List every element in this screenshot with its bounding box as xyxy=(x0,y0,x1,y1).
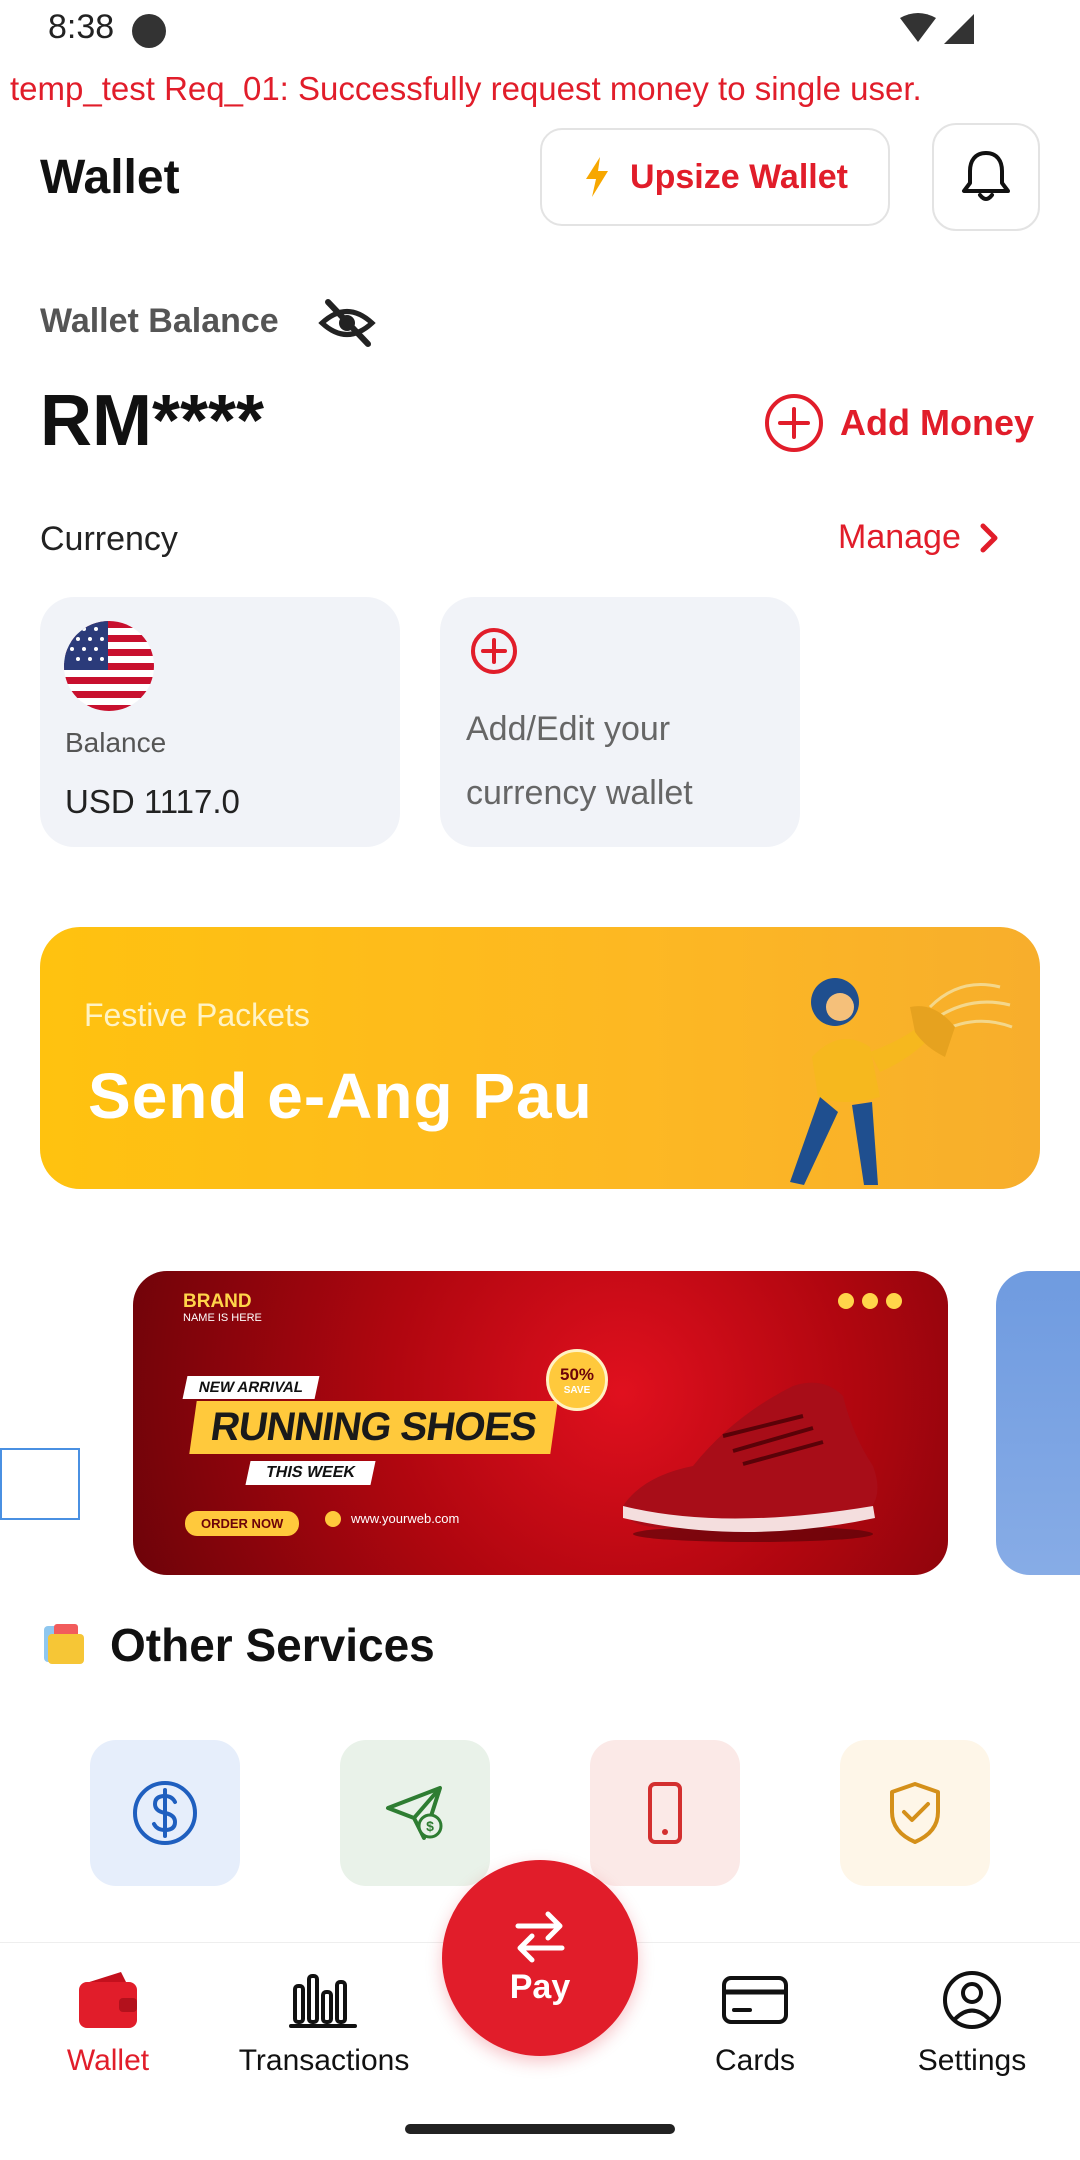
promo-url: www.yourweb.com xyxy=(351,1511,460,1526)
notification-dot-icon xyxy=(132,14,166,48)
promo-brand: BRAND xyxy=(183,1291,252,1312)
discount-badge-save: SAVE xyxy=(563,1384,591,1396)
service-dollar-button[interactable] xyxy=(90,1740,240,1886)
wallet-icon xyxy=(79,1972,137,2028)
usd-balance-label: Balance xyxy=(65,727,167,758)
nav-cards[interactable]: Cards xyxy=(655,1968,855,2078)
mobile-icon xyxy=(648,1782,682,1844)
usd-balance-value: USD 1117.0 xyxy=(65,783,240,820)
social-icons xyxy=(838,1293,902,1309)
signal-icon xyxy=(944,14,974,44)
eye-off-icon xyxy=(318,299,376,347)
running-shoe-image xyxy=(623,1382,878,1542)
promo-brand-sub: NAME IS HERE xyxy=(183,1312,262,1324)
promo-tag: NEW ARRIVAL xyxy=(182,1376,320,1399)
us-flag-icon xyxy=(64,621,154,711)
nav-settings-label: Settings xyxy=(917,2044,1027,2077)
svg-text:$: $ xyxy=(426,1818,434,1834)
status-icons xyxy=(898,12,976,51)
dollar-icon xyxy=(133,1781,197,1845)
discount-badge: 50% SAVE xyxy=(546,1349,608,1411)
saxophone-player-illustration xyxy=(790,978,1013,1185)
lightning-icon xyxy=(586,157,609,197)
bar-chart-icon xyxy=(289,1974,357,2028)
nav-wallet-label: Wallet xyxy=(66,2044,150,2077)
add-edit-currency-card[interactable]: Add/Edit your currency wallet xyxy=(440,597,800,847)
notifications-button[interactable] xyxy=(932,123,1040,231)
chevron-right-icon xyxy=(980,523,998,552)
usd-wallet-card[interactable]: Balance USD 1117.0 xyxy=(40,597,400,847)
instagram-icon xyxy=(838,1293,854,1309)
nav-transactions[interactable]: Transactions xyxy=(224,1968,424,2078)
service-mobile-button[interactable] xyxy=(590,1740,740,1886)
nav-cards-label: Cards xyxy=(714,2044,796,2077)
currency-title: Currency xyxy=(40,520,178,558)
status-time: 8:38 xyxy=(48,8,115,46)
wifi-icon xyxy=(900,13,936,42)
debug-toast: temp_test Req_01: Successfully request m… xyxy=(10,70,922,107)
add-money-label: Add Money xyxy=(840,402,1034,443)
user-circle-icon xyxy=(943,1971,1001,2029)
carousel-prev-slide[interactable] xyxy=(0,1448,80,1520)
service-send-money-button[interactable]: $ xyxy=(340,1740,490,1886)
plus-circle-icon xyxy=(470,627,518,680)
shield-check-icon xyxy=(890,1782,940,1844)
festive-title: Send e-Ang Pau xyxy=(88,1060,593,1132)
plus-circle-icon xyxy=(765,394,823,452)
promo-subline: THIS WEEK xyxy=(245,1461,376,1485)
festive-subtitle: Festive Packets xyxy=(84,997,310,1033)
carousel-next-slide[interactable] xyxy=(996,1271,1080,1575)
add-edit-currency-text: Add/Edit your currency wallet xyxy=(466,710,693,812)
wallet-balance-label: Wallet Balance xyxy=(40,302,279,340)
bell-icon xyxy=(962,151,1010,201)
facebook-icon xyxy=(862,1293,878,1309)
page-title: Wallet xyxy=(40,151,180,204)
other-services-title: Other Services xyxy=(110,1619,435,1671)
manage-currency-link[interactable]: Manage xyxy=(838,518,999,557)
folder-icon xyxy=(40,1620,88,1673)
manage-label: Manage xyxy=(838,518,961,556)
pay-button[interactable]: Pay xyxy=(442,1860,638,2056)
upsize-wallet-label: Upsize Wallet xyxy=(630,157,848,196)
twitter-icon xyxy=(886,1293,902,1309)
nav-settings[interactable]: Settings xyxy=(872,1968,1072,2078)
upsize-wallet-button[interactable]: Upsize Wallet xyxy=(540,128,890,226)
running-shoes-promo-banner[interactable]: BRAND NAME IS HERE NEW ARRIVAL RUNNING S… xyxy=(133,1271,948,1575)
card-icon xyxy=(722,1976,788,2024)
transfer-arrows-icon xyxy=(515,1911,565,1962)
nav-wallet[interactable]: Wallet xyxy=(8,1968,208,2078)
home-indicator[interactable] xyxy=(405,2124,675,2134)
hide-balance-toggle[interactable] xyxy=(318,298,376,353)
service-shield-button[interactable] xyxy=(840,1740,990,1886)
discount-badge-pct: 50% xyxy=(559,1364,595,1384)
promo-headline: RUNNING SHOES xyxy=(189,1401,558,1454)
promo-cta-button[interactable]: ORDER NOW xyxy=(185,1511,300,1536)
pay-label: Pay xyxy=(509,1967,571,2006)
nav-transactions-label: Transactions xyxy=(238,2044,410,2077)
wallet-balance-amount: RM**** xyxy=(40,381,265,461)
send-money-icon: $ xyxy=(386,1786,443,1840)
add-money-button[interactable]: Add Money xyxy=(764,393,1034,453)
festive-packets-banner[interactable]: Festive Packets Send e-Ang Pau xyxy=(40,927,1040,1189)
globe-icon xyxy=(325,1511,341,1527)
